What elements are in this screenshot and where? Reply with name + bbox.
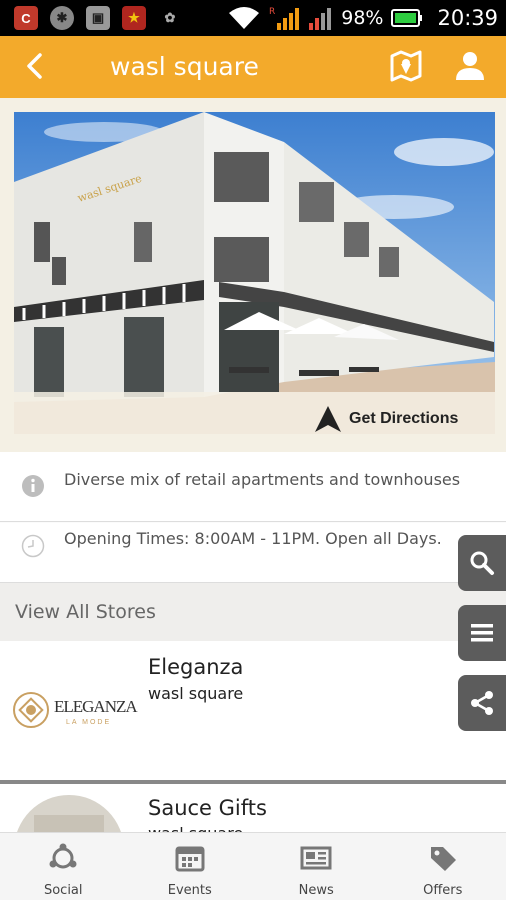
- battery-icon: [391, 9, 423, 27]
- tag-icon: [430, 847, 456, 871]
- clock: 20:39: [437, 6, 498, 30]
- app-bar: wasl square: [0, 36, 506, 98]
- view-all-stores-button[interactable]: View All Stores: [0, 583, 506, 641]
- nav-events-label: Events: [167, 883, 212, 898]
- nav-news-label: News: [298, 883, 334, 898]
- menu-button[interactable]: [458, 605, 506, 661]
- store-location: wasl square: [148, 684, 244, 703]
- store-logo-subtext: LA MODE: [66, 719, 112, 726]
- app-notification-icon: C: [14, 6, 38, 30]
- store-item-sauce-gifts[interactable]: Sauce Gifts wasl square: [0, 782, 506, 834]
- store-item-eleganza[interactable]: ELEGANZA LA MODE Eleganza wasl square: [0, 641, 506, 782]
- search-icon: [470, 551, 494, 575]
- signal-icon: R: [269, 7, 300, 30]
- nav-offers-label: Offers: [423, 883, 463, 898]
- share-button[interactable]: [458, 675, 506, 731]
- nav-social-label: Social: [43, 883, 83, 898]
- info-icon: [22, 475, 44, 497]
- newspaper-icon: [300, 846, 332, 870]
- description-row: Diverse mix of retail apartments and tow…: [0, 452, 506, 522]
- venue-photo: wasl square: [14, 112, 495, 434]
- navigation-arrow-icon: [315, 406, 341, 432]
- get-directions-label: Get Directions: [349, 410, 459, 427]
- back-arrow-icon[interactable]: [20, 49, 50, 83]
- get-directions-button[interactable]: Get Directions: [313, 404, 458, 434]
- bug-notification-icon: ✿: [164, 10, 176, 25]
- map-icon[interactable]: [388, 48, 424, 84]
- eleganza-emblem-icon: [13, 692, 49, 728]
- hamburger-menu-icon: [471, 624, 493, 642]
- user-icon[interactable]: [452, 48, 488, 84]
- page-title: wasl square: [110, 52, 259, 81]
- share-icon: [471, 691, 493, 715]
- battery-percent: 98%: [341, 7, 384, 29]
- hero-section: wasl square Get Directions: [0, 98, 506, 452]
- signal-2-icon: [309, 8, 332, 30]
- image-notification-icon: ▣: [86, 6, 110, 30]
- view-all-stores-label: View All Stores: [15, 601, 156, 623]
- venue-description: Diverse mix of retail apartments and tow…: [64, 470, 461, 489]
- store-thumbnail: [16, 795, 122, 834]
- social-icon: [49, 843, 77, 869]
- clock-icon: [21, 534, 45, 558]
- bottom-navigation: Social Events News Offers: [0, 832, 506, 900]
- roaming-indicator: R: [269, 7, 275, 17]
- nav-events[interactable]: Events: [127, 833, 254, 900]
- nav-social[interactable]: Social: [0, 833, 127, 900]
- nav-news[interactable]: News: [253, 833, 380, 900]
- store-logo-text: ELEGANZA: [54, 697, 138, 716]
- store-name: Eleganza: [148, 655, 244, 679]
- settings-notification-icon: ✱: [50, 6, 74, 30]
- store-name: Sauce Gifts: [148, 796, 267, 820]
- status-bar: C ✱ ▣ ★ ✿ R 98% 20:39: [0, 0, 506, 36]
- nav-offers[interactable]: Offers: [380, 833, 506, 900]
- opening-times-row: Opening Times: 8:00AM - 11PM. Open all D…: [0, 523, 506, 583]
- notification-icons: C ✱ ▣ ★ ✿: [14, 6, 182, 30]
- wifi-icon: [229, 7, 260, 29]
- store-logo: ELEGANZA LA MODE: [12, 691, 138, 731]
- calendar-icon: [175, 846, 205, 872]
- game-notification-icon: ★: [122, 6, 146, 30]
- opening-times: Opening Times: 8:00AM - 11PM. Open all D…: [64, 529, 442, 548]
- search-button[interactable]: [458, 535, 506, 591]
